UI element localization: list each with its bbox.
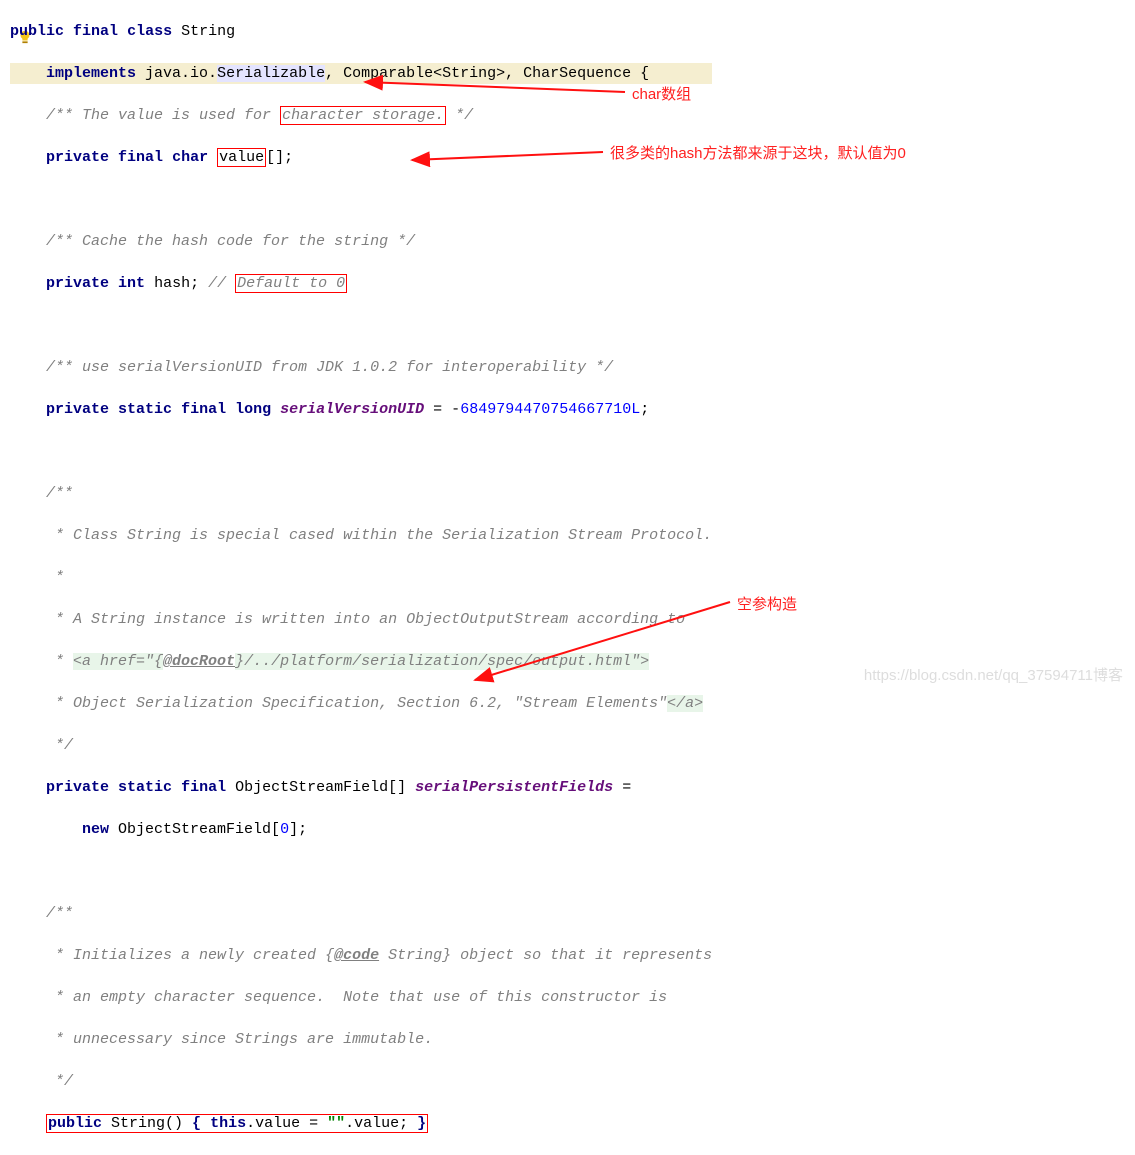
redbox-char-storage: character storage. (280, 106, 446, 125)
annotation-char-array: char数组 (632, 84, 691, 105)
redbox-default: Default to 0 (235, 274, 347, 293)
annotation-hash: 很多类的hash方法都来源于这块，默认值为0 (610, 143, 906, 164)
redbox-ctor: public String() { this.value = "".value;… (46, 1114, 428, 1133)
annotation-ctor: 空参构造 (737, 594, 797, 615)
watermark: https://blog.csdn.net/qq_37594711博客 (864, 665, 1123, 686)
redbox-value: value (217, 148, 266, 167)
code-editor[interactable]: public final class String implements jav… (10, 0, 712, 1155)
